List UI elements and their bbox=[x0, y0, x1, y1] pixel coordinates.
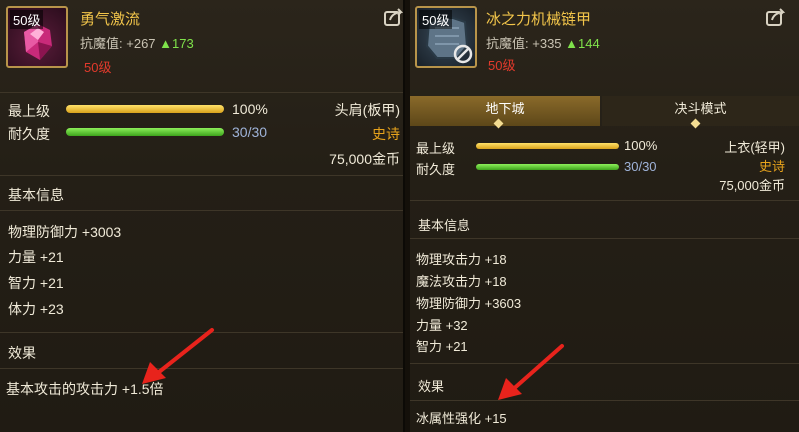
equipment-slot: 上衣(轻甲) bbox=[724, 140, 785, 155]
price: 75,000金币 bbox=[329, 151, 400, 167]
divider bbox=[0, 210, 403, 211]
stat-line: 体力 +23 bbox=[8, 301, 64, 317]
required-level: 50级 bbox=[488, 58, 516, 73]
rarity: 史诗 bbox=[758, 159, 785, 174]
divider bbox=[410, 200, 799, 201]
share-icon[interactable] bbox=[766, 8, 786, 26]
basic-info-title: 基本信息 bbox=[418, 218, 471, 233]
durability-label: 耐久度 bbox=[8, 126, 50, 142]
tab-pvp-label: 决斗模式 bbox=[674, 101, 727, 116]
mode-tabs: 地下城 决斗模式 bbox=[410, 96, 799, 129]
durability-label: 耐久度 bbox=[416, 162, 456, 177]
effect-title: 效果 bbox=[8, 345, 36, 361]
resist-value: +267 bbox=[126, 36, 156, 51]
resist-label: 抗魔值: bbox=[80, 36, 123, 51]
tab-dungeon-label: 地下城 bbox=[485, 101, 525, 116]
price: 75,000金币 bbox=[719, 178, 785, 193]
stat-line: 力量 +21 bbox=[8, 249, 64, 265]
grade-bar bbox=[66, 105, 224, 113]
grade-bar-fill bbox=[476, 143, 619, 149]
grade-label: 最上级 bbox=[8, 103, 50, 119]
durability-value: 30/30 bbox=[624, 159, 657, 174]
resist-increase: ▲173 bbox=[159, 36, 194, 51]
stat-line: 物理防御力 +3603 bbox=[416, 296, 522, 311]
grade-label: 最上级 bbox=[416, 141, 456, 156]
grade-value: 100% bbox=[232, 101, 268, 117]
effect-title: 效果 bbox=[418, 379, 445, 394]
item-tooltip-left: 50级 勇气激流 抗魔值: +267 ▲173 50级 最上级 100% 耐久度… bbox=[0, 0, 405, 432]
durability-value: 30/30 bbox=[232, 124, 268, 140]
resist-label: 抗魔值: bbox=[486, 36, 529, 51]
tab-dungeon[interactable]: 地下城 bbox=[410, 96, 600, 126]
stat-line: 力量 +32 bbox=[416, 318, 468, 333]
grade-value: 100% bbox=[624, 138, 658, 153]
divider bbox=[0, 92, 403, 93]
red-arrow-icon bbox=[142, 328, 214, 384]
durability-bar-fill bbox=[66, 128, 224, 136]
effect-text: 冰属性强化 +15 bbox=[416, 411, 507, 426]
rarity: 史诗 bbox=[372, 126, 400, 142]
stat-line: 物理防御力 +3003 bbox=[8, 224, 122, 240]
divider bbox=[410, 238, 799, 239]
item-name: 冰之力机械链甲 bbox=[486, 11, 592, 28]
red-arrow-icon bbox=[498, 344, 564, 400]
divider bbox=[410, 400, 799, 401]
resist-increase: ▲144 bbox=[565, 36, 600, 51]
level-badge: 50级 bbox=[10, 10, 44, 29]
stat-line: 魔法攻击力 +18 bbox=[416, 274, 507, 289]
stat-line: 智力 +21 bbox=[8, 275, 64, 291]
equipment-slot: 头肩(板甲) bbox=[334, 102, 400, 118]
share-icon[interactable] bbox=[384, 8, 404, 26]
divider bbox=[410, 363, 799, 364]
level-badge: 50级 bbox=[419, 10, 453, 29]
grade-bar bbox=[476, 143, 619, 149]
no-icon bbox=[453, 44, 473, 64]
durability-bar-fill bbox=[476, 164, 619, 170]
basic-info-title: 基本信息 bbox=[8, 187, 64, 203]
resist-row: 抗魔值: +335 ▲144 bbox=[486, 33, 600, 52]
required-level: 50级 bbox=[84, 60, 112, 75]
stat-line: 物理攻击力 +18 bbox=[416, 252, 507, 267]
item-portrait: 50级 bbox=[415, 6, 477, 68]
durability-bar bbox=[476, 164, 619, 170]
item-portrait: 50级 bbox=[6, 6, 68, 68]
tab-pvp[interactable]: 决斗模式 bbox=[602, 96, 799, 126]
item-tooltip-right: 50级 冰之力机械链甲 抗魔值: +335 ▲144 50级 地下城 决斗模式 … bbox=[410, 0, 799, 432]
divider bbox=[0, 175, 403, 176]
stat-line: 智力 +21 bbox=[416, 339, 468, 354]
grade-bar-fill bbox=[66, 105, 224, 113]
resist-row: 抗魔值: +267 ▲173 bbox=[80, 33, 194, 52]
item-name: 勇气激流 bbox=[80, 11, 141, 28]
durability-bar bbox=[66, 128, 224, 136]
resist-value: +335 bbox=[532, 36, 562, 51]
